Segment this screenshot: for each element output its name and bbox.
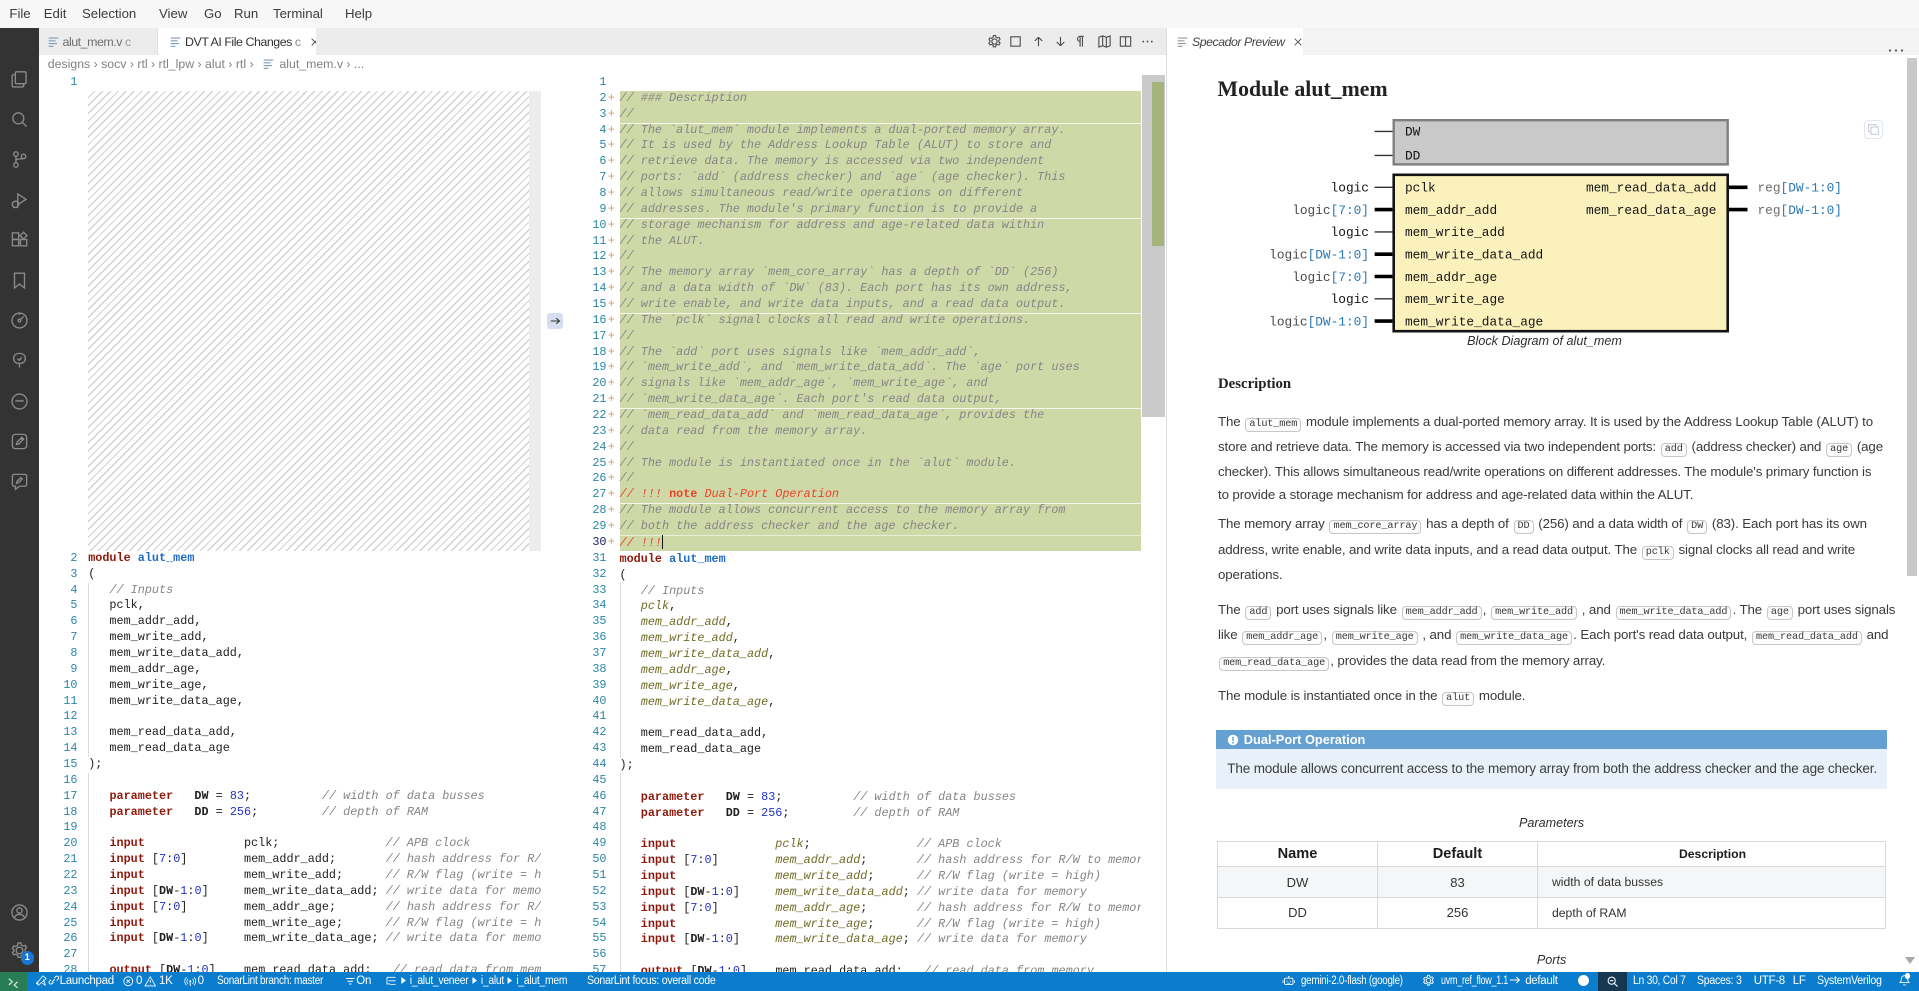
svg-text:pclk: pclk [1405,181,1436,196]
svg-text:logic[DW-1:0]: logic[DW-1:0] [1269,247,1369,262]
svg-text:logic[7:0]: logic[7:0] [1292,270,1369,285]
svg-text:mem_read_data_age: mem_read_data_age [1585,203,1716,218]
svg-text:DD: DD [1405,149,1421,164]
svg-text:logic: logic [1330,292,1368,307]
svg-text:logic[DW-1:0]: logic[DW-1:0] [1269,314,1369,329]
svg-text:reg[DW-1:0]: reg[DW-1:0] [1757,181,1841,196]
svg-text:mem_addr_age: mem_addr_age [1405,270,1497,285]
svg-text:logic[7:0]: logic[7:0] [1292,203,1369,218]
svg-text:logic: logic [1330,225,1368,240]
svg-text:DW: DW [1405,125,1421,140]
svg-text:mem_write_data_age: mem_write_data_age [1405,314,1543,329]
svg-text:mem_write_add: mem_write_add [1405,225,1505,240]
svg-text:mem_addr_add: mem_addr_add [1405,203,1497,218]
svg-text:reg[DW-1:0]: reg[DW-1:0] [1757,203,1841,218]
svg-text:mem_read_data_add: mem_read_data_add [1585,181,1716,196]
svg-text:mem_write_data_add: mem_write_data_add [1405,247,1543,262]
svg-text:logic: logic [1330,181,1368,196]
svg-text:mem_write_age: mem_write_age [1405,292,1505,307]
